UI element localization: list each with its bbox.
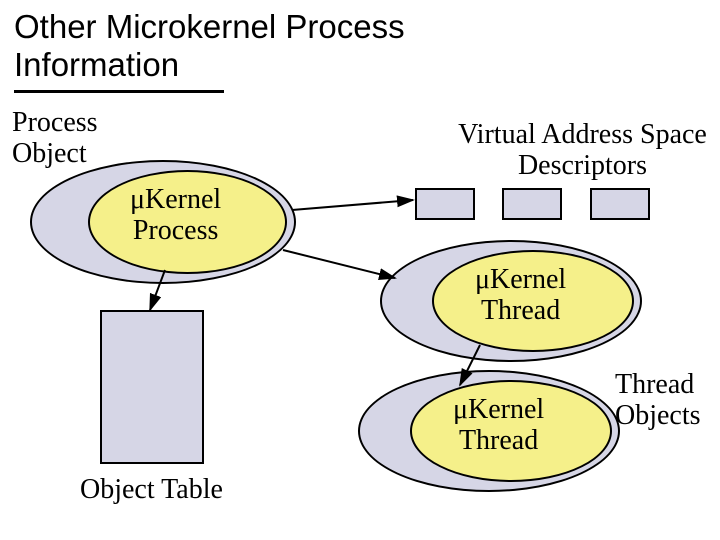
arrow-process-to-table (150, 270, 165, 310)
arrows (0, 0, 720, 540)
arrow-process-to-thread-a (283, 250, 395, 278)
arrow-process-to-vas (292, 200, 413, 210)
arrow-thread-a-to-b (460, 345, 480, 385)
